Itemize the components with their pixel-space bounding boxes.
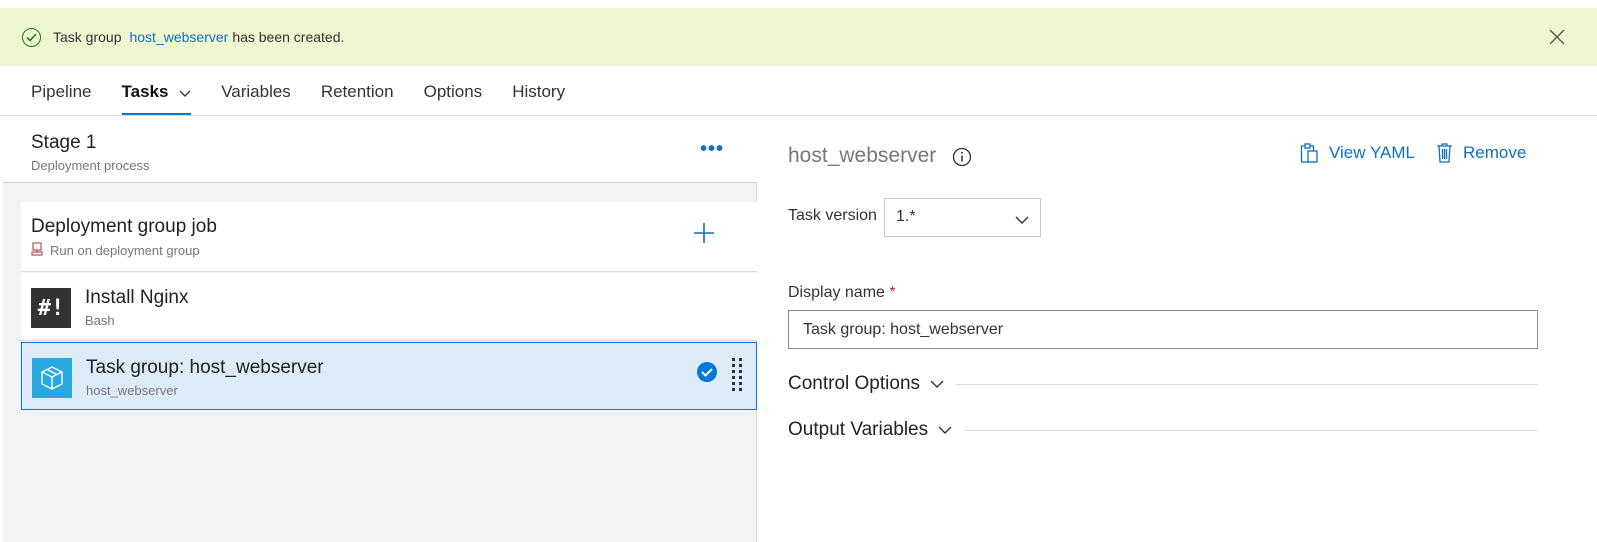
chevron-down-icon bbox=[1015, 212, 1029, 230]
control-options-section[interactable]: Control Options bbox=[788, 369, 1538, 399]
task-version-label: Task version bbox=[788, 207, 877, 224]
banner-prefix: Task group bbox=[53, 29, 122, 45]
task-subtitle: host_webserver bbox=[86, 383, 178, 398]
server-icon bbox=[31, 242, 43, 259]
task-item-task-group[interactable]: Task group: host_webserver host_webserve… bbox=[21, 342, 757, 410]
task-subtitle: Bash bbox=[85, 313, 115, 328]
task-version-value: 1.* bbox=[896, 208, 916, 225]
tab-history[interactable]: History bbox=[512, 66, 565, 115]
tab-pipeline[interactable]: Pipeline bbox=[31, 66, 92, 115]
close-icon[interactable] bbox=[1547, 27, 1567, 47]
banner-suffix: has been created. bbox=[232, 29, 345, 45]
stage-subtitle: Deployment process bbox=[31, 158, 150, 173]
success-banner: Task group host_webserver has been creat… bbox=[0, 8, 1597, 66]
banner-task-group-link[interactable]: host_webserver bbox=[129, 29, 228, 45]
output-variables-section[interactable]: Output Variables bbox=[788, 415, 1538, 445]
clipboard-icon bbox=[1300, 143, 1318, 163]
tab-tasks[interactable]: Tasks bbox=[121, 66, 192, 115]
job-subtitle-text: Run on deployment group bbox=[50, 243, 200, 258]
stage-title: Stage 1 bbox=[31, 132, 97, 153]
release-pipeline-editor: Task group host_webserver has been creat… bbox=[0, 0, 1597, 542]
tab-retention[interactable]: Retention bbox=[321, 66, 394, 115]
chevron-down-icon bbox=[179, 83, 191, 103]
selected-check-icon bbox=[696, 361, 718, 383]
view-yaml-label: View YAML bbox=[1329, 143, 1415, 162]
task-group-icon bbox=[32, 358, 72, 398]
task-title: Task group: host_webserver bbox=[86, 357, 324, 378]
chevron-down-icon bbox=[930, 380, 944, 388]
details-title: host_webserver bbox=[788, 144, 937, 167]
tab-options[interactable]: Options bbox=[424, 66, 483, 115]
task-list-pane: Stage 1 Deployment process ••• Deploymen… bbox=[3, 116, 757, 542]
task-title: Install Nginx bbox=[85, 287, 189, 308]
drag-handle-icon[interactable] bbox=[730, 357, 744, 395]
view-yaml-button[interactable]: View YAML bbox=[1300, 142, 1415, 164]
control-options-label: Control Options bbox=[788, 373, 921, 394]
info-icon[interactable] bbox=[952, 147, 972, 167]
deployment-group-job[interactable]: Deployment group job Run on deployment g… bbox=[21, 202, 757, 272]
chevron-down-icon bbox=[938, 426, 952, 434]
more-options-icon[interactable]: ••• bbox=[700, 138, 724, 161]
section-divider bbox=[956, 383, 1538, 385]
task-item-install-nginx[interactable]: #! Install Nginx Bash bbox=[21, 273, 757, 341]
remove-button[interactable]: Remove bbox=[1436, 142, 1526, 164]
job-title: Deployment group job bbox=[31, 216, 217, 237]
add-task-icon[interactable] bbox=[691, 220, 717, 246]
required-marker: * bbox=[889, 284, 896, 301]
display-name-input[interactable] bbox=[788, 310, 1538, 349]
output-variables-label: Output Variables bbox=[788, 419, 929, 440]
task-details-pane: host_webserver View YAML Remove Task ver… bbox=[758, 116, 1597, 542]
stage-header[interactable]: Stage 1 Deployment process ••• bbox=[3, 116, 757, 183]
section-divider bbox=[964, 429, 1538, 431]
remove-label: Remove bbox=[1463, 143, 1527, 162]
trash-icon bbox=[1437, 143, 1452, 163]
pipeline-tabs: Pipeline Tasks Variables Retention Optio… bbox=[0, 66, 1597, 116]
task-version-select[interactable]: 1.* bbox=[884, 198, 1041, 237]
display-name-label: Display name * bbox=[788, 284, 896, 301]
success-check-icon bbox=[22, 27, 41, 47]
tab-variables[interactable]: Variables bbox=[221, 66, 291, 115]
job-subtitle: Run on deployment group bbox=[31, 242, 200, 259]
bash-icon: #! bbox=[31, 288, 71, 328]
